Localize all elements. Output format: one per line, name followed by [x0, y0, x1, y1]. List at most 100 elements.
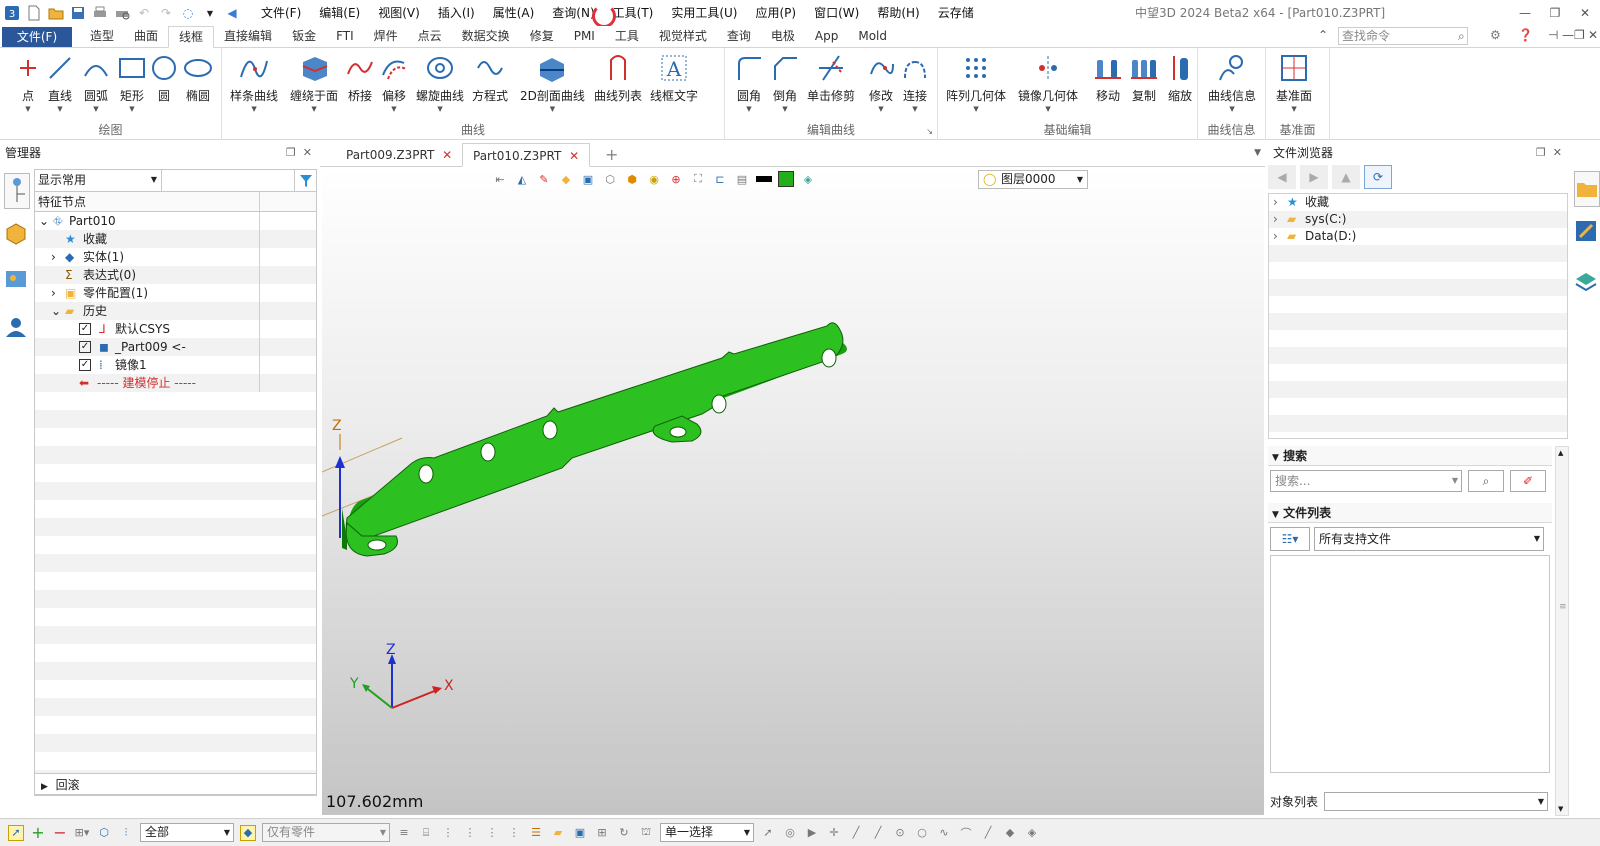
history-manager-icon[interactable] [4, 173, 30, 209]
snap-center-icon[interactable]: ⊙ [892, 825, 908, 841]
file-browser-folder-icon[interactable] [1574, 171, 1600, 207]
collapse-arrow-icon[interactable]: ⌄ [39, 212, 49, 230]
tree-node-config[interactable]: › ▣ 零件配置(1) [35, 284, 316, 302]
tree-node-stop-marker[interactable]: ⬅ ----- 建模停止 ----- [35, 374, 316, 392]
view-mode-icon[interactable]: ☷▾ [1270, 527, 1310, 551]
menu-view[interactable]: 视图(V) [369, 0, 429, 26]
snap-arc-icon[interactable]: ⌒ [958, 825, 974, 841]
offset-button[interactable]: 偏移 ▼ [378, 52, 410, 113]
save-icon[interactable] [70, 5, 86, 21]
wrap-to-face-button[interactable]: 缠绕于面 ▼ [290, 52, 338, 113]
tab-app[interactable]: App [805, 26, 848, 47]
tree-node-part009[interactable]: ✓ ◼ _Part009 <- [35, 338, 316, 356]
expand-arrow-icon[interactable]: › [1273, 211, 1278, 228]
tab-query[interactable]: 查询 [717, 26, 761, 47]
list-icon[interactable]: ☰ [528, 825, 544, 841]
search-icon[interactable]: ⌕ [1458, 29, 1465, 44]
datum-plane-button[interactable]: 基准面 ▼ [1276, 52, 1312, 113]
pin-icon[interactable]: ⊣ [1548, 28, 1558, 42]
group-launcher-icon[interactable]: ↘ [926, 127, 933, 136]
scroll-up-icon[interactable]: ▲ [1558, 449, 1563, 457]
curve-info-button[interactable]: 曲线信息 ▼ [1208, 52, 1256, 113]
open-file-icon[interactable] [48, 5, 64, 21]
tab-modeling[interactable]: 造型 [80, 26, 124, 47]
expand-arrow-icon[interactable]: › [1273, 194, 1278, 211]
qa-dropdown-icon[interactable]: ▼ [202, 5, 218, 21]
pointer-icon[interactable]: ➚ [760, 825, 776, 841]
doc-minimize-icon[interactable]: — [1562, 28, 1574, 42]
restore-icon[interactable]: ❐ [1540, 0, 1570, 26]
expand-arrow-icon[interactable]: › [1273, 228, 1278, 245]
minimize-icon[interactable]: — [1510, 0, 1540, 26]
tab-direct-edit[interactable]: 直接编辑 [214, 26, 282, 47]
lasso-icon[interactable]: ⬡ [96, 825, 112, 841]
single-trim-button[interactable]: 单击修剪 [807, 52, 855, 104]
tab-sheet-metal[interactable]: 钣金 [282, 26, 326, 47]
tree-node-expression[interactable]: Σ 表达式(0) [35, 266, 316, 284]
settings-gear-icon[interactable]: ⚙ [1490, 28, 1501, 42]
forward-icon[interactable]: ▶ [1300, 165, 1328, 189]
select-mode-dropdown[interactable]: 单一选择 ▼ [660, 823, 754, 842]
up-icon[interactable]: ▲ [1332, 165, 1360, 189]
tab-list-dropdown-icon[interactable]: ▼ [1254, 148, 1261, 158]
mirror-geometry-button[interactable]: 镜像几何体 ▼ [1018, 52, 1078, 113]
panel-close-icon[interactable]: ✕ [1553, 146, 1562, 159]
checkbox-checked[interactable]: ✓ [79, 323, 91, 335]
ellipse-button[interactable]: 椭圆 [182, 52, 214, 104]
app-logo-icon[interactable]: 3 [4, 5, 20, 21]
expand-arrow-icon[interactable]: › [51, 284, 56, 302]
user-icon[interactable] [4, 315, 28, 342]
snap-body-icon[interactable]: ◈ [1024, 825, 1040, 841]
right-scrollbar[interactable]: ▲ ≡ ▼ [1555, 446, 1569, 816]
tab-repair[interactable]: 修复 [520, 26, 564, 47]
command-search-input[interactable]: 查找命令 [1338, 27, 1468, 45]
fb-item-favorites[interactable]: › ★ 收藏 [1269, 194, 1567, 211]
spline-button[interactable]: 样条曲线 ▼ [230, 52, 278, 113]
snap-point-icon[interactable]: ✛ [826, 825, 842, 841]
rollback-section[interactable]: ▶ 回滚 [34, 773, 317, 795]
layers-icon[interactable] [1574, 269, 1598, 296]
fillet-button[interactable]: 圆角 ▼ [733, 52, 765, 113]
menu-utilities[interactable]: 实用工具(U) [662, 0, 746, 26]
menu-window[interactable]: 窗口(W) [805, 0, 868, 26]
close-tab-icon[interactable]: ✕ [569, 149, 579, 163]
toolbar-icon-c[interactable]: ⋮ [440, 825, 456, 841]
help-icon[interactable]: ❓ [1518, 28, 1533, 42]
refresh-icon[interactable]: ⟳ [1364, 165, 1392, 189]
tools-palette-icon[interactable] [1574, 219, 1598, 246]
doc-close-icon[interactable]: ✕ [1588, 28, 1598, 42]
tree-node-mirror[interactable]: ✓ ⁞ 镜像1 [35, 356, 316, 374]
clear-search-icon[interactable]: ✐ [1510, 470, 1546, 492]
filter-dropdown[interactable]: 显示常用 ▼ [35, 170, 162, 191]
regen-icon[interactable]: ◌ [180, 5, 196, 21]
assembly-icon[interactable] [4, 221, 28, 248]
chamfer-button[interactable]: 倒角 ▼ [769, 52, 801, 113]
line-button[interactable]: 直线 ▼ [44, 52, 76, 113]
tab-mold[interactable]: Mold [848, 26, 897, 47]
lock-icon[interactable]: ⛫ [638, 825, 654, 841]
doc-tab-part009[interactable]: Part009.Z3PRT ✕ [336, 143, 462, 167]
point-button[interactable]: 点 ▼ [12, 52, 44, 113]
tab-weldment[interactable]: 焊件 [364, 26, 408, 47]
tab-fti[interactable]: FTI [326, 26, 364, 47]
tab-point-cloud[interactable]: 点云 [408, 26, 452, 47]
checkbox-checked[interactable]: ✓ [79, 341, 91, 353]
menu-insert[interactable]: 插入(I) [429, 0, 484, 26]
arc-button[interactable]: 圆弧 ▼ [80, 52, 112, 113]
tree-node-csys[interactable]: ✓ ⅃ 默认CSYS [35, 320, 316, 338]
menu-help[interactable]: 帮助(H) [868, 0, 928, 26]
close-tab-icon[interactable]: ✕ [442, 148, 452, 162]
snap-tangent-icon[interactable]: ╱ [980, 825, 996, 841]
add-icon[interactable]: + [30, 823, 46, 842]
rectangle-button[interactable]: 矩形 ▼ [116, 52, 148, 113]
part-filter-icon[interactable]: ◆ [240, 824, 256, 841]
parts-only-dropdown[interactable]: 仅有零件 ▼ [262, 823, 390, 842]
image-icon[interactable]: ▣ [572, 825, 588, 841]
new-file-icon[interactable] [26, 5, 42, 21]
tree-node-history[interactable]: ⌄ ▰ 历史 [35, 302, 316, 320]
part-model[interactable]: Z [322, 168, 1264, 815]
back-arrow-icon[interactable]: ◀ [224, 5, 240, 21]
snap-solid-icon[interactable]: ◆ [1002, 825, 1018, 841]
panel-close-icon[interactable]: ✕ [303, 146, 312, 159]
remove-icon[interactable]: − [52, 823, 68, 842]
